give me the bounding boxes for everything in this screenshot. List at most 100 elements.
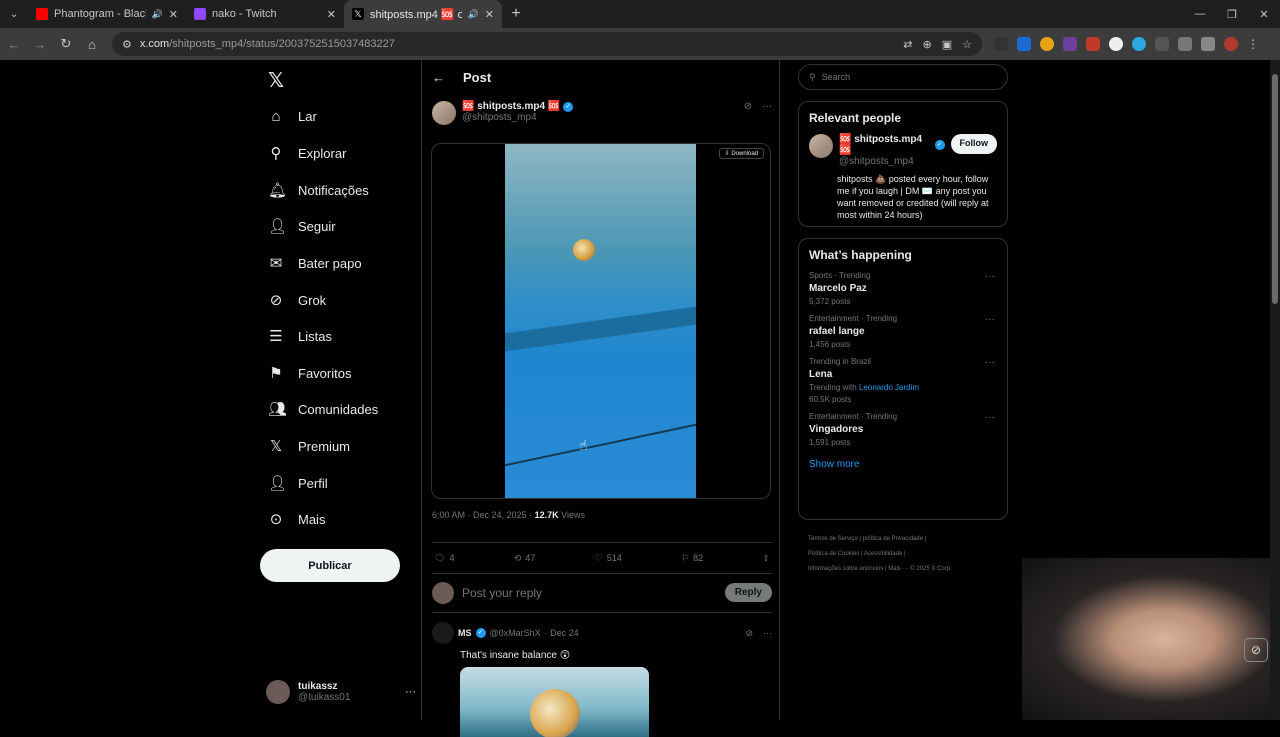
reply-author-name[interactable]: MS bbox=[458, 628, 472, 638]
author-name-row[interactable]: 🆘 shitposts.mp4 🆘 ✓ bbox=[462, 101, 574, 112]
tab-phantogram[interactable]: Phantogram - Black Out Da 🔊 ✕ bbox=[28, 0, 186, 28]
translate-icon[interactable]: ⇄ bbox=[903, 38, 912, 51]
extension-icon[interactable] bbox=[994, 37, 1008, 51]
twitch-icon bbox=[194, 8, 206, 20]
more-dots-icon[interactable]: ··· bbox=[762, 101, 772, 125]
show-more-link[interactable]: Show more bbox=[799, 447, 1007, 480]
profile-avatar-icon[interactable] bbox=[1224, 37, 1238, 51]
nav-item-lists[interactable]: ☰ Listas bbox=[268, 327, 332, 345]
trend-count: 1,456 posts bbox=[809, 340, 851, 349]
grok-icon[interactable]: ⊘ bbox=[744, 101, 752, 125]
trend-item[interactable]: Trending in Brazil Lena Trending with Le… bbox=[799, 357, 1007, 404]
nav-item-profile[interactable]: 👤︎ Perfil bbox=[268, 474, 328, 492]
media-icon[interactable] bbox=[1201, 37, 1215, 51]
close-tab-icon[interactable]: ✕ bbox=[169, 8, 178, 21]
extension-icon[interactable] bbox=[1086, 37, 1100, 51]
reply-input[interactable]: Post your reply bbox=[462, 586, 542, 600]
more-dots-icon[interactable]: ··· bbox=[985, 357, 995, 368]
relevant-person[interactable]: 🆘 shitposts.mp4 🆘 ✓ @shitposts_mp4 Follow bbox=[799, 134, 1007, 167]
nav-item-communities[interactable]: 👥︎ Comunidades bbox=[268, 400, 378, 418]
install-icon[interactable]: ▣ bbox=[942, 38, 952, 51]
tab-title: nako - Twitch bbox=[212, 8, 277, 20]
puzzle-icon[interactable] bbox=[1178, 37, 1192, 51]
trending-with-link[interactable]: Leonardo Jardim bbox=[859, 383, 919, 392]
footer-links[interactable]: Informações sobre anúncios | Mais ··· © … bbox=[808, 562, 1008, 577]
more-dots-icon[interactable]: ··· bbox=[985, 271, 995, 282]
nav-item-explore[interactable]: ⚲ Explorar bbox=[268, 144, 347, 162]
download-button[interactable]: ⇩ Download bbox=[718, 148, 764, 159]
x-logo-icon[interactable]: 𝕏 bbox=[268, 68, 284, 93]
close-window-icon[interactable]: ✕ bbox=[1248, 8, 1280, 21]
extension-icon[interactable] bbox=[1109, 37, 1123, 51]
video-frame bbox=[505, 144, 696, 498]
reply-date[interactable]: · Dec 24 bbox=[545, 628, 579, 638]
more-dots-icon[interactable]: ··· bbox=[985, 314, 995, 325]
list-icon: ☰ bbox=[269, 328, 283, 345]
more-dots-icon[interactable]: ··· bbox=[405, 686, 416, 698]
bookmark-action[interactable]: ⚐ 82 bbox=[681, 553, 703, 564]
extension-icon[interactable] bbox=[1017, 37, 1031, 51]
reload-icon[interactable]: ↻ bbox=[54, 36, 78, 52]
close-tab-icon[interactable]: ✕ bbox=[327, 8, 336, 21]
trend-item[interactable]: Entertainment · Trending Vingadores 1,59… bbox=[799, 412, 1007, 447]
address-bar[interactable]: ⚙ x.com/shitposts_mp4/status/20037525150… bbox=[112, 32, 982, 56]
trend-item[interactable]: Entertainment · Trending rafael lange 1,… bbox=[799, 314, 1007, 349]
kebab-menu-icon[interactable]: ⋮ bbox=[1247, 37, 1261, 51]
grok-icon[interactable]: ⊘ bbox=[745, 628, 753, 639]
restore-icon[interactable]: ❐ bbox=[1216, 8, 1248, 21]
account-switcher[interactable]: tuikassz @tuikass01 ··· bbox=[266, 680, 416, 704]
nav-item-chat[interactable]: ✉ Bater papo bbox=[268, 254, 362, 272]
reply-media[interactable] bbox=[460, 667, 649, 737]
post-timestamp[interactable]: 6:00 AM · Dec 24, 2025 · bbox=[432, 510, 535, 520]
reply-text: That's insane balance 😲 bbox=[460, 650, 571, 661]
nav-item-premium[interactable]: 𝕏 Premium bbox=[268, 437, 350, 455]
reply-author-handle[interactable]: @0xMarShX bbox=[490, 628, 541, 638]
search-input[interactable]: ⚲ Search bbox=[798, 64, 1008, 90]
scrollbar-thumb[interactable] bbox=[1272, 74, 1278, 304]
avatar[interactable] bbox=[809, 134, 833, 158]
share-icon[interactable]: ⇪ bbox=[762, 553, 770, 564]
extension-icon[interactable] bbox=[1132, 37, 1146, 51]
tab-twitch[interactable]: nako - Twitch ✕ bbox=[186, 0, 344, 28]
reply-button[interactable]: Reply bbox=[724, 583, 772, 602]
nav-item-home[interactable]: ⌂ Lar bbox=[268, 108, 316, 125]
more-dots-icon[interactable]: ··· bbox=[763, 628, 772, 639]
reply-action[interactable]: 🗨︎ 4 bbox=[434, 553, 454, 564]
more-dots-icon[interactable]: ··· bbox=[985, 412, 995, 423]
footer-links[interactable]: Termos de Serviço | política de Privacid… bbox=[808, 532, 1008, 547]
page-scrollbar[interactable] bbox=[1270, 60, 1280, 720]
minimize-icon[interactable]: — bbox=[1184, 8, 1216, 21]
trend-item[interactable]: Sports · Trending Marcelo Paz 5,372 post… bbox=[799, 271, 1007, 306]
new-tab-button[interactable]: + bbox=[502, 5, 530, 23]
speaker-icon[interactable]: 🔊 bbox=[468, 9, 479, 20]
publish-button[interactable]: Publicar bbox=[260, 549, 400, 582]
nav-item-more[interactable]: ⊙ Mais bbox=[268, 510, 326, 528]
back-icon[interactable]: ← bbox=[2, 37, 26, 52]
like-action[interactable]: ♡ 514 bbox=[595, 553, 622, 564]
site-info-icon[interactable]: ⚙ bbox=[122, 38, 132, 51]
star-icon[interactable]: ☆ bbox=[962, 38, 972, 51]
close-tab-icon[interactable]: ✕ bbox=[485, 8, 494, 21]
extension-icon[interactable] bbox=[1155, 37, 1169, 51]
nav-item-grok[interactable]: ⊘ Grok bbox=[268, 291, 326, 309]
avatar[interactable] bbox=[432, 101, 456, 125]
extension-icon[interactable] bbox=[1063, 37, 1077, 51]
footer-links[interactable]: Política de Cookies | Acessibilidade | bbox=[808, 547, 1008, 562]
tab-search-icon[interactable]: ⌄ bbox=[0, 0, 28, 28]
nav-item-bookmarks[interactable]: ⚑ Favoritos bbox=[268, 364, 351, 382]
tab-x-post[interactable]: 𝕏 shitposts.mp4 🆘 on X: 🔊 ✕ bbox=[344, 0, 502, 28]
home-icon[interactable]: ⌂ bbox=[80, 37, 104, 52]
video-player[interactable]: ⇩ Download ☝ bbox=[431, 143, 771, 499]
repost-action[interactable]: ⟲ 47 bbox=[514, 553, 536, 564]
back-arrow-icon[interactable]: ← bbox=[432, 70, 445, 85]
speaker-icon[interactable]: 🔊 bbox=[152, 9, 163, 20]
extension-icon[interactable] bbox=[1040, 37, 1054, 51]
zoom-icon[interactable]: ⊕ bbox=[923, 38, 932, 51]
follow-button[interactable]: Follow bbox=[950, 134, 997, 154]
avatar bbox=[266, 680, 290, 704]
nav-item-notifications[interactable]: 🔔︎ Notificações bbox=[268, 181, 369, 199]
author-handle[interactable]: @shitposts_mp4 bbox=[462, 112, 573, 123]
forward-icon[interactable]: → bbox=[28, 37, 52, 52]
nav-item-follow[interactable]: 👤︎ Seguir bbox=[268, 217, 336, 235]
avatar[interactable] bbox=[432, 622, 454, 644]
